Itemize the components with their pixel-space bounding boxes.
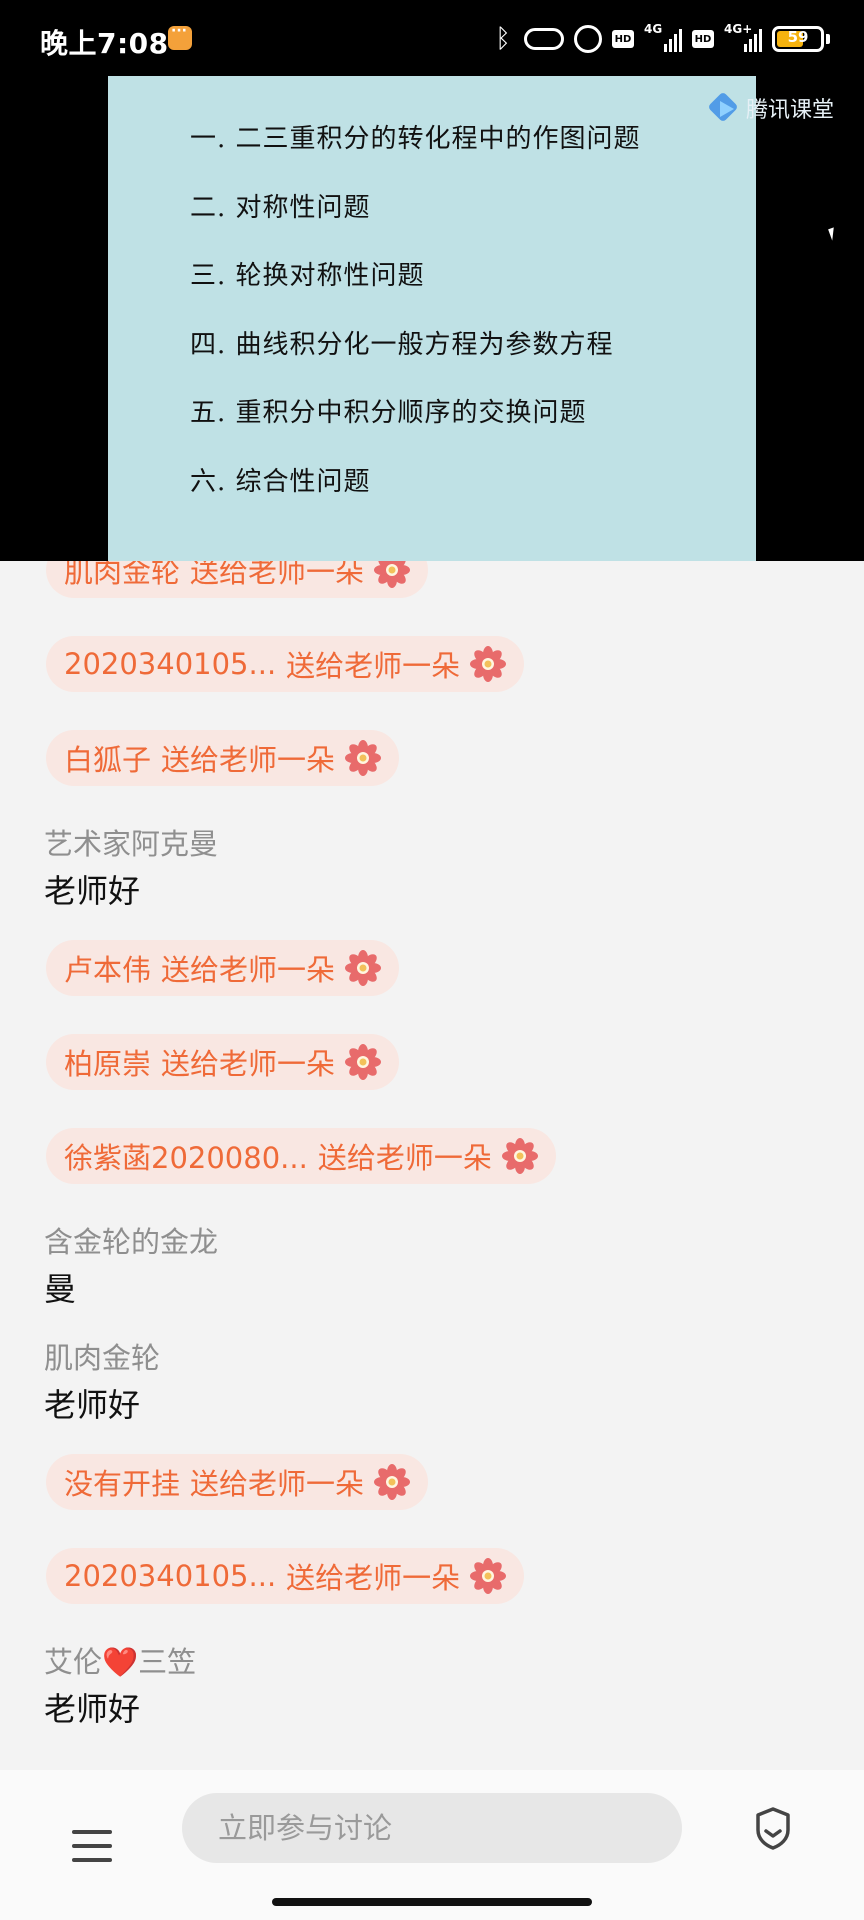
ring-mode-icon (524, 28, 564, 50)
slide-item: 五. 重积分中积分顺序的交换问题 (190, 398, 587, 429)
gift-text: 送给老师一朵 (161, 743, 336, 777)
alarm-icon (574, 25, 602, 53)
brand-watermark: 腾讯课堂 (707, 91, 835, 124)
gift-message: 2020340105... 送给老师一朵 (46, 636, 525, 692)
gift-message: 柏原崇 送给老师一朵 (46, 1034, 400, 1090)
gift-text: 送给老师一朵 (286, 1561, 461, 1595)
message-text: 老师好 (44, 1386, 141, 1424)
message-sender: 艾伦❤️三笠 (44, 1645, 197, 1679)
lecture-slide: 一. 二三重积分的转化程中的作图问题 二. 对称性问题三. 轮换对称性问题四. 曲… (108, 76, 756, 561)
flower-icon (470, 1558, 507, 1594)
flower-icon (345, 740, 382, 776)
gift-text: 送给老师一朵 (317, 1141, 492, 1175)
app-notification-icon (168, 23, 192, 50)
chat-message: 肌肉金轮 老师好 (0, 1324, 864, 1440)
message-sender: 艺术家阿克曼 (44, 827, 219, 861)
discussion-feed[interactable]: 肌肉金轮 送给老师一朵 2020340105... 送给老师一朵 白狐子 送给老师一朵 艺术… (0, 561, 864, 1770)
menu-icon[interactable] (72, 1830, 112, 1862)
flower-icon (501, 1138, 538, 1174)
battery-level: 59 (787, 28, 809, 46)
gift-sender: 2020340105... (64, 1559, 277, 1593)
flower-icon (374, 1464, 411, 1500)
network-type-label: 4G (644, 22, 663, 36)
slide-outline: 一. 二三重积分的转化程中的作图问题 二. 对称性问题三. 轮换对称性问题四. 曲… (190, 118, 641, 530)
gift-text: 送给老师一朵 (286, 649, 461, 683)
gift-text: 送给老师一朵 (190, 1467, 365, 1501)
battery-icon: 59 (772, 26, 824, 52)
discussion-input[interactable]: 立即参与讨论 (182, 1793, 682, 1863)
signal-icon: 4G (644, 22, 682, 52)
message-sender: 肌肉金轮 (44, 1341, 161, 1375)
message-text: 曼 (44, 1270, 77, 1308)
status-icons: ᛒ HD 4G HD 4G+ 59 (492, 22, 830, 56)
battery-tip (826, 34, 830, 44)
gift-sender: 2020340105... (64, 647, 277, 681)
brand-name: 腾讯课堂 (746, 98, 835, 123)
gift-message: 卢本伟 送给老师一朵 (46, 940, 400, 996)
slide-item: 二. 对称性问题 (190, 192, 371, 223)
flower-icon (345, 950, 382, 986)
home-indicator[interactable] (272, 1898, 592, 1906)
chat-message: 艺术家阿克曼 老师好 (0, 810, 864, 926)
slide-item: 六. 综合性问题 (190, 466, 371, 497)
flower-icon (470, 646, 507, 682)
gift-sender: 没有开挂 (64, 1467, 181, 1501)
flower-icon (345, 1044, 382, 1080)
bottom-bar: 立即参与讨论 (0, 1770, 864, 1920)
chat-message: 含金轮的金龙曼 (0, 1208, 864, 1324)
signal-icon-2: 4G+ (724, 22, 762, 52)
gift-message: 2020340105... 送给老师一朵 (46, 1548, 525, 1604)
chat-message: 艾伦❤️三笠老师好 (0, 1628, 864, 1744)
gift-sender: 白狐子 (64, 743, 152, 777)
gift-message: 没有开挂 送给老师一朵 (46, 1454, 429, 1510)
message-text: 老师好 (44, 1690, 141, 1728)
hd-icon-2: HD (692, 30, 714, 48)
gift-sender: 柏原崇 (64, 1047, 152, 1081)
gift-text: 送给老师一朵 (161, 1047, 336, 1081)
slide-item: 三. 轮换对称性问题 (190, 261, 425, 292)
gift-text: 送给老师一朵 (161, 953, 336, 987)
status-time: 晚上7:08 (40, 27, 169, 60)
status-bar: 晚上7:08 ᛒ HD 4G HD 4G+ 59 (0, 0, 864, 76)
gift-sender: 卢本伟 (64, 953, 152, 987)
slide-item: 四. 曲线积分化一般方程为参数方程 (190, 329, 614, 360)
mouse-cursor-icon (828, 227, 838, 241)
flower-icon (374, 561, 411, 588)
video-area[interactable]: 晚上7:08 ᛒ HD 4G HD 4G+ 59 一. 二三重积分的转化程中的作… (0, 0, 864, 561)
gift-message: 肌肉金轮 送给老师一朵 (46, 561, 429, 598)
gift-text: 送给老师一朵 (190, 561, 365, 589)
gift-message: 徐紫菡2020080... 送给老师一朵 (46, 1128, 556, 1184)
message-sender: 含金轮的金龙 (44, 1225, 219, 1259)
hd-icon: HD (612, 30, 634, 48)
bluetooth-icon: ᛒ (495, 24, 511, 54)
tencent-classroom-logo-icon (707, 91, 740, 124)
gift-sender: 徐紫菡2020080... (64, 1141, 308, 1175)
slide-item: 一. 二三重积分的转化程中的作图问题 (190, 124, 641, 154)
message-text: 老师好 (44, 872, 141, 910)
shield-icon[interactable] (754, 1806, 792, 1850)
gift-sender: 肌肉金轮 (64, 561, 181, 589)
gift-message: 白狐子 送给老师一朵 (46, 730, 400, 786)
